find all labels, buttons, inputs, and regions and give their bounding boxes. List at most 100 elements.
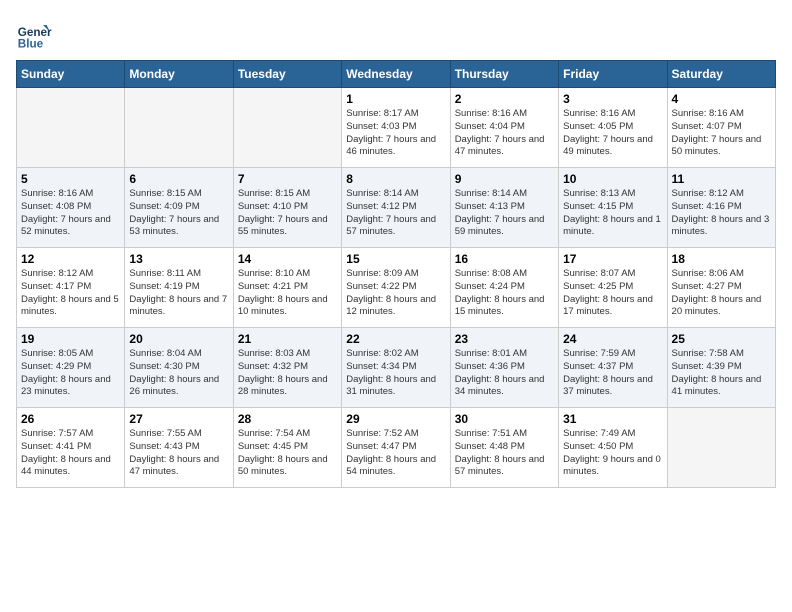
day-number: 30: [455, 412, 554, 426]
day-number: 27: [129, 412, 228, 426]
calendar-cell: 3 Sunrise: 8:16 AM Sunset: 4:05 PM Daylig…: [559, 88, 667, 168]
calendar-cell: 22Sunrise: 8:02 AM Sunset: 4:34 PM Dayli…: [342, 328, 450, 408]
day-number: 4: [672, 92, 771, 106]
day-info: Sunrise: 7:57 AM Sunset: 4:41 PM Dayligh…: [21, 428, 120, 479]
calendar-week-row: 5 Sunrise: 8:16 AM Sunset: 4:08 PM Daylig…: [17, 168, 776, 248]
day-number: 12: [21, 252, 120, 266]
day-number: 2: [455, 92, 554, 106]
calendar-cell: 6Sunrise: 8:15 AM Sunset: 4:09 PM Daylig…: [125, 168, 233, 248]
calendar-cell: 17 Sunrise: 8:07 AM Sunset: 4:25 PM Dayli…: [559, 248, 667, 328]
calendar-cell: [233, 88, 341, 168]
day-number: 16: [455, 252, 554, 266]
calendar-cell: [125, 88, 233, 168]
day-info: Sunrise: 7:58 AM Sunset: 4:39 PM Dayligh…: [672, 348, 771, 399]
day-info: Sunrise: 8:16 AM Sunset: 4:05 PM Dayligh…: [563, 108, 662, 159]
day-number: 24: [563, 332, 662, 346]
day-info: Sunrise: 7:49 AM Sunset: 4:50 PM Dayligh…: [563, 428, 662, 479]
logo-icon: General Blue: [16, 16, 52, 52]
day-info: Sunrise: 8:17 AM Sunset: 4:03 PM Dayligh…: [346, 108, 445, 159]
day-info: Sunrise: 8:14 AM Sunset: 4:12 PM Dayligh…: [346, 188, 445, 239]
day-info: Sunrise: 7:55 AM Sunset: 4:43 PM Dayligh…: [129, 428, 228, 479]
day-number: 29: [346, 412, 445, 426]
day-number: 5: [21, 172, 120, 186]
calendar-cell: 5 Sunrise: 8:16 AM Sunset: 4:08 PM Daylig…: [17, 168, 125, 248]
calendar-cell: 31 Sunrise: 7:49 AM Sunset: 4:50 PM Dayli…: [559, 408, 667, 488]
calendar-week-row: 1 Sunrise: 8:17 AM Sunset: 4:03 PM Daylig…: [17, 88, 776, 168]
calendar-cell: 20 Sunrise: 8:04 AM Sunset: 4:30 PM Dayli…: [125, 328, 233, 408]
day-info: Sunrise: 7:59 AM Sunset: 4:37 PM Dayligh…: [563, 348, 662, 399]
day-info: Sunrise: 8:14 AM Sunset: 4:13 PM Dayligh…: [455, 188, 554, 239]
day-number: 14: [238, 252, 337, 266]
day-info: Sunrise: 8:16 AM Sunset: 4:04 PM Dayligh…: [455, 108, 554, 159]
calendar-cell: 21 Sunrise: 8:03 AM Sunset: 4:32 PM Dayli…: [233, 328, 341, 408]
day-info: Sunrise: 8:11 AM Sunset: 4:19 PM Dayligh…: [129, 268, 228, 319]
col-header-sunday: Sunday: [17, 61, 125, 88]
calendar-cell: 28 Sunrise: 7:54 AM Sunset: 4:45 PM Dayli…: [233, 408, 341, 488]
day-number: 3: [563, 92, 662, 106]
day-number: 15: [346, 252, 445, 266]
day-number: 13: [129, 252, 228, 266]
calendar-cell: [17, 88, 125, 168]
col-header-friday: Friday: [559, 61, 667, 88]
calendar-cell: 14 Sunrise: 8:10 AM Sunset: 4:21 PM Dayli…: [233, 248, 341, 328]
day-info: Sunrise: 8:12 AM Sunset: 4:16 PM Dayligh…: [672, 188, 771, 239]
day-info: Sunrise: 8:07 AM Sunset: 4:25 PM Dayligh…: [563, 268, 662, 319]
calendar-cell: 24 Sunrise: 7:59 AM Sunset: 4:37 PM Dayli…: [559, 328, 667, 408]
calendar-cell: 30 Sunrise: 7:51 AM Sunset: 4:48 PM Dayli…: [450, 408, 558, 488]
calendar-cell: 23 Sunrise: 8:01 AM Sunset: 4:36 PM Dayli…: [450, 328, 558, 408]
logo: General Blue: [16, 16, 52, 52]
day-number: 22: [346, 332, 445, 346]
calendar-cell: 15 Sunrise: 8:09 AM Sunset: 4:22 PM Dayli…: [342, 248, 450, 328]
calendar-table: SundayMondayTuesdayWednesdayThursdayFrid…: [16, 60, 776, 488]
day-number: 10: [563, 172, 662, 186]
calendar-cell: 25 Sunrise: 7:58 AM Sunset: 4:39 PM Dayli…: [667, 328, 775, 408]
day-info: Sunrise: 8:01 AM Sunset: 4:36 PM Dayligh…: [455, 348, 554, 399]
day-number: 6: [129, 172, 228, 186]
day-number: 23: [455, 332, 554, 346]
day-info: Sunrise: 8:08 AM Sunset: 4:24 PM Dayligh…: [455, 268, 554, 319]
calendar-cell: 12Sunrise: 8:12 AM Sunset: 4:17 PM Dayli…: [17, 248, 125, 328]
calendar-cell: 4Sunrise: 8:16 AM Sunset: 4:07 PM Daylig…: [667, 88, 775, 168]
day-number: 11: [672, 172, 771, 186]
day-info: Sunrise: 8:16 AM Sunset: 4:08 PM Dayligh…: [21, 188, 120, 239]
day-number: 1: [346, 92, 445, 106]
day-number: 25: [672, 332, 771, 346]
day-number: 18: [672, 252, 771, 266]
calendar-cell: 8 Sunrise: 8:14 AM Sunset: 4:12 PM Daylig…: [342, 168, 450, 248]
calendar-cell: 18Sunrise: 8:06 AM Sunset: 4:27 PM Dayli…: [667, 248, 775, 328]
day-number: 19: [21, 332, 120, 346]
calendar-cell: 10 Sunrise: 8:13 AM Sunset: 4:15 PM Dayli…: [559, 168, 667, 248]
day-number: 17: [563, 252, 662, 266]
day-info: Sunrise: 8:13 AM Sunset: 4:15 PM Dayligh…: [563, 188, 662, 239]
day-info: Sunrise: 7:51 AM Sunset: 4:48 PM Dayligh…: [455, 428, 554, 479]
calendar-cell: 9 Sunrise: 8:14 AM Sunset: 4:13 PM Daylig…: [450, 168, 558, 248]
day-info: Sunrise: 8:10 AM Sunset: 4:21 PM Dayligh…: [238, 268, 337, 319]
day-number: 8: [346, 172, 445, 186]
col-header-tuesday: Tuesday: [233, 61, 341, 88]
calendar-cell: 27 Sunrise: 7:55 AM Sunset: 4:43 PM Dayli…: [125, 408, 233, 488]
calendar-cell: 13 Sunrise: 8:11 AM Sunset: 4:19 PM Dayli…: [125, 248, 233, 328]
day-info: Sunrise: 8:05 AM Sunset: 4:29 PM Dayligh…: [21, 348, 120, 399]
calendar-cell: 1 Sunrise: 8:17 AM Sunset: 4:03 PM Daylig…: [342, 88, 450, 168]
day-number: 28: [238, 412, 337, 426]
day-info: Sunrise: 8:09 AM Sunset: 4:22 PM Dayligh…: [346, 268, 445, 319]
day-number: 31: [563, 412, 662, 426]
calendar-cell: 11 Sunrise: 8:12 AM Sunset: 4:16 PM Dayli…: [667, 168, 775, 248]
svg-text:Blue: Blue: [18, 38, 44, 51]
calendar-header-row: SundayMondayTuesdayWednesdayThursdayFrid…: [17, 61, 776, 88]
day-number: 9: [455, 172, 554, 186]
day-info: Sunrise: 8:03 AM Sunset: 4:32 PM Dayligh…: [238, 348, 337, 399]
calendar-cell: 2 Sunrise: 8:16 AM Sunset: 4:04 PM Daylig…: [450, 88, 558, 168]
day-info: Sunrise: 7:54 AM Sunset: 4:45 PM Dayligh…: [238, 428, 337, 479]
page-header: General Blue: [16, 16, 776, 52]
col-header-thursday: Thursday: [450, 61, 558, 88]
day-info: Sunrise: 8:15 AM Sunset: 4:10 PM Dayligh…: [238, 188, 337, 239]
day-number: 7: [238, 172, 337, 186]
day-number: 20: [129, 332, 228, 346]
calendar-cell: 16 Sunrise: 8:08 AM Sunset: 4:24 PM Dayli…: [450, 248, 558, 328]
calendar-cell: 29Sunrise: 7:52 AM Sunset: 4:47 PM Dayli…: [342, 408, 450, 488]
day-info: Sunrise: 8:04 AM Sunset: 4:30 PM Dayligh…: [129, 348, 228, 399]
col-header-wednesday: Wednesday: [342, 61, 450, 88]
day-number: 21: [238, 332, 337, 346]
col-header-saturday: Saturday: [667, 61, 775, 88]
